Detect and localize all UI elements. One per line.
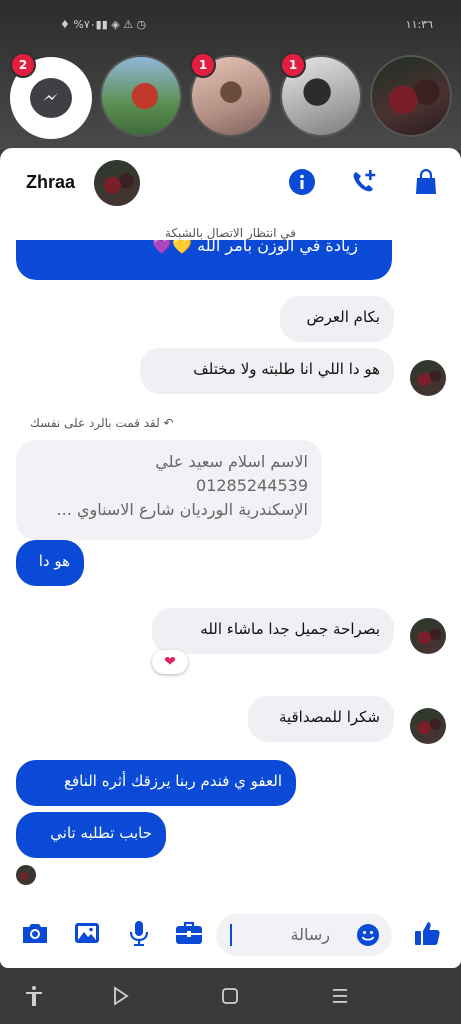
replied-to-self-label: ↶ لقد قمت بالرد على نفسك: [30, 416, 174, 430]
message-bubble-incoming[interactable]: بكام العرض: [280, 296, 394, 342]
message-text: حابب تطلبه تاني: [50, 824, 152, 842]
back-icon[interactable]: [108, 984, 132, 1008]
camera-icon[interactable]: [20, 918, 50, 948]
message-input[interactable]: رسالة: [216, 914, 392, 956]
shopping-bag-icon[interactable]: [412, 168, 440, 196]
microphone-icon[interactable]: [124, 918, 154, 948]
message-text: هو دا اللي انا طلبته ولا مختلف: [193, 360, 380, 378]
quoted-message[interactable]: الاسم اسلام سعيد علي 01285244539 الإسكند…: [16, 440, 322, 540]
unread-badge: 1: [190, 52, 216, 78]
heart-icon: ❤: [164, 654, 176, 670]
chat-head-avatar[interactable]: [100, 55, 182, 137]
emoji-icon[interactable]: [356, 923, 380, 947]
network-status: في انتظار الاتصال بالشبكة: [164, 226, 297, 240]
message-text: هو دا: [38, 552, 70, 570]
message-text: العفو ي فندم ربنا يرزقك أثره النافع: [63, 772, 282, 790]
message-bubble-incoming[interactable]: هو دا اللي انا طلبته ولا مختلف: [140, 348, 394, 394]
status-bar: ♦ %٧٠▮▮ ◈ ⚠ ◷ ١١:٣٦: [0, 16, 461, 40]
sender-avatar[interactable]: [410, 360, 446, 396]
recent-apps-icon[interactable]: [328, 984, 352, 1008]
home-icon[interactable]: [218, 984, 242, 1008]
chat-head-avatar-active[interactable]: [370, 55, 452, 137]
contact-avatar[interactable]: [94, 160, 140, 206]
message-text: بكام العرض: [306, 308, 380, 326]
messenger-icon: [30, 78, 72, 118]
message-placeholder: رسالة: [290, 925, 330, 944]
chat-header: Zhraa: [0, 148, 461, 218]
add-call-icon[interactable]: [350, 168, 378, 196]
message-text: شكرا للمصداقية: [278, 708, 380, 726]
gallery-icon[interactable]: [72, 918, 102, 948]
quoted-line: الإسكندرية الورديان شارع الاسناوي ...: [56, 500, 308, 519]
accessibility-icon[interactable]: [22, 984, 46, 1008]
unread-badge: 1: [280, 52, 306, 78]
message-bubble-incoming[interactable]: شكرا للمصداقية: [248, 696, 394, 742]
contact-name[interactable]: Zhraa: [26, 172, 75, 193]
reply-arrow-icon: ↶: [159, 416, 174, 430]
quoted-line: 01285244539: [196, 476, 308, 495]
seen-avatar: [16, 865, 36, 885]
unread-badge: 2: [10, 52, 36, 78]
message-text: زيادة في الوزن بأمر الله 💛💜: [152, 240, 358, 255]
system-navigation-bar: [0, 968, 461, 1024]
info-icon[interactable]: [288, 168, 316, 196]
message-bubble-outgoing[interactable]: العفو ي فندم ربنا يرزقك أثره النافع: [16, 760, 296, 806]
message-bubble-incoming[interactable]: بصراحة جميل جدا ماشاء الله: [152, 608, 394, 654]
quoted-line: الاسم اسلام سعيد علي: [155, 452, 308, 471]
thumbs-up-icon[interactable]: [412, 918, 442, 948]
chat-heads-row: 2 1 1: [0, 52, 461, 139]
status-icons: ♦ %٧٠▮▮ ◈ ⚠ ◷: [60, 18, 147, 31]
message-bubble-outgoing[interactable]: هو دا: [16, 540, 84, 586]
message-text: بصراحة جميل جدا ماشاء الله: [200, 620, 380, 638]
sender-avatar[interactable]: [410, 618, 446, 654]
text-caret: [230, 924, 232, 946]
sender-avatar[interactable]: [410, 708, 446, 744]
heart-reaction[interactable]: ❤: [152, 650, 188, 674]
message-bubble-outgoing[interactable]: زيادة في الوزن بأمر الله 💛💜: [16, 240, 392, 280]
status-time: ١١:٣٦: [405, 18, 433, 31]
briefcase-icon[interactable]: [174, 918, 204, 948]
composer-bar: رسالة: [0, 906, 461, 966]
chat-window: Zhraa في انتظار الاتصال بالشبكة زيادة في…: [0, 148, 461, 968]
message-bubble-outgoing[interactable]: حابب تطلبه تاني: [16, 812, 166, 858]
